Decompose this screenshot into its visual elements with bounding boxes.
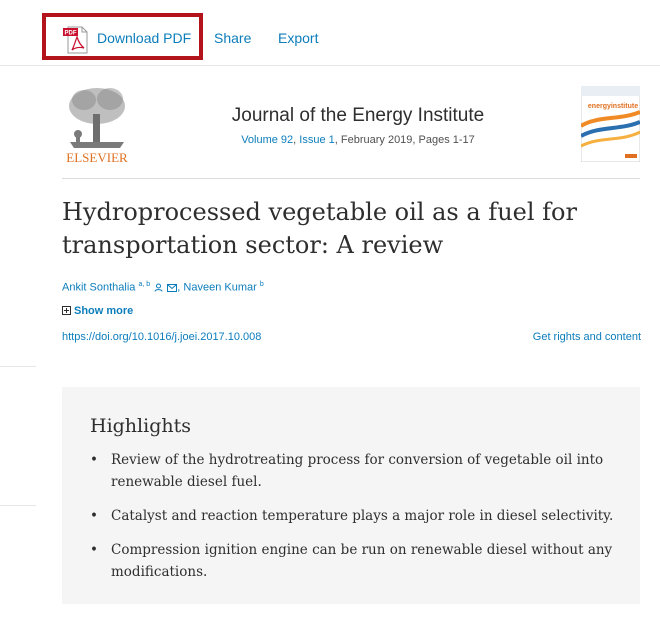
volume-link[interactable]: Volume 92 (241, 134, 293, 146)
header-divider (62, 178, 640, 179)
author-link[interactable]: Ankit Sonthalia (62, 282, 135, 294)
doi-link[interactable]: https://doi.org/10.1016/j.joei.2017.10.0… (62, 331, 261, 343)
highlights-heading: Highlights (90, 415, 191, 437)
highlights-panel: Highlights Review of the hydrotreating p… (62, 387, 640, 618)
person-icon[interactable] (154, 283, 163, 292)
journal-title[interactable]: Journal of the Energy Institute (190, 105, 526, 127)
elsevier-wordmark: ELSEVIER (66, 150, 128, 165)
journal-cover-image[interactable]: energyinstitute (581, 86, 640, 162)
show-more-label: Show more (74, 305, 134, 317)
export-button[interactable]: Export (278, 30, 318, 46)
highlight-item: Review of the hydrotreating process for … (90, 449, 620, 493)
download-pdf-button[interactable]: Download PDF (97, 30, 191, 46)
expand-plus-icon (62, 306, 71, 315)
issue-date-pages: , February 2019, Pages 1-17 (334, 134, 475, 146)
rights-link[interactable]: Get rights and content (533, 331, 641, 343)
cover-title: energyinstitute (588, 103, 638, 110)
sidebar-divider (0, 505, 36, 506)
email-icon[interactable] (167, 283, 178, 292)
journal-issue-info: Volume 92, Issue 1, February 2019, Pages… (190, 134, 526, 146)
article-title: Hydroprocessed vegetable oil as a fuel f… (62, 198, 577, 259)
author-list: Ankit Sonthalia a, b , Naveen Kumar b (62, 281, 264, 294)
highlight-item: Catalyst and reaction temperature plays … (90, 505, 620, 527)
sidebar-divider (0, 366, 36, 367)
scroll-cutoff (62, 604, 640, 618)
show-more-toggle[interactable]: Show more (62, 305, 133, 317)
pdf-icon-label: PDF (65, 31, 77, 37)
share-button[interactable]: Share (214, 30, 251, 46)
author-link[interactable]: Naveen Kumar (183, 282, 256, 294)
highlights-list: Review of the hydrotreating process for … (90, 449, 620, 595)
issue-link[interactable]: Issue 1 (299, 134, 334, 146)
author-affiliation[interactable]: a, b (138, 281, 150, 288)
author-affiliation[interactable]: b (260, 281, 264, 288)
pdf-file-icon[interactable]: PDF (62, 25, 90, 55)
elsevier-logo[interactable]: ELSEVIER (62, 84, 132, 166)
highlight-item: Compression ignition engine can be run o… (90, 539, 620, 583)
